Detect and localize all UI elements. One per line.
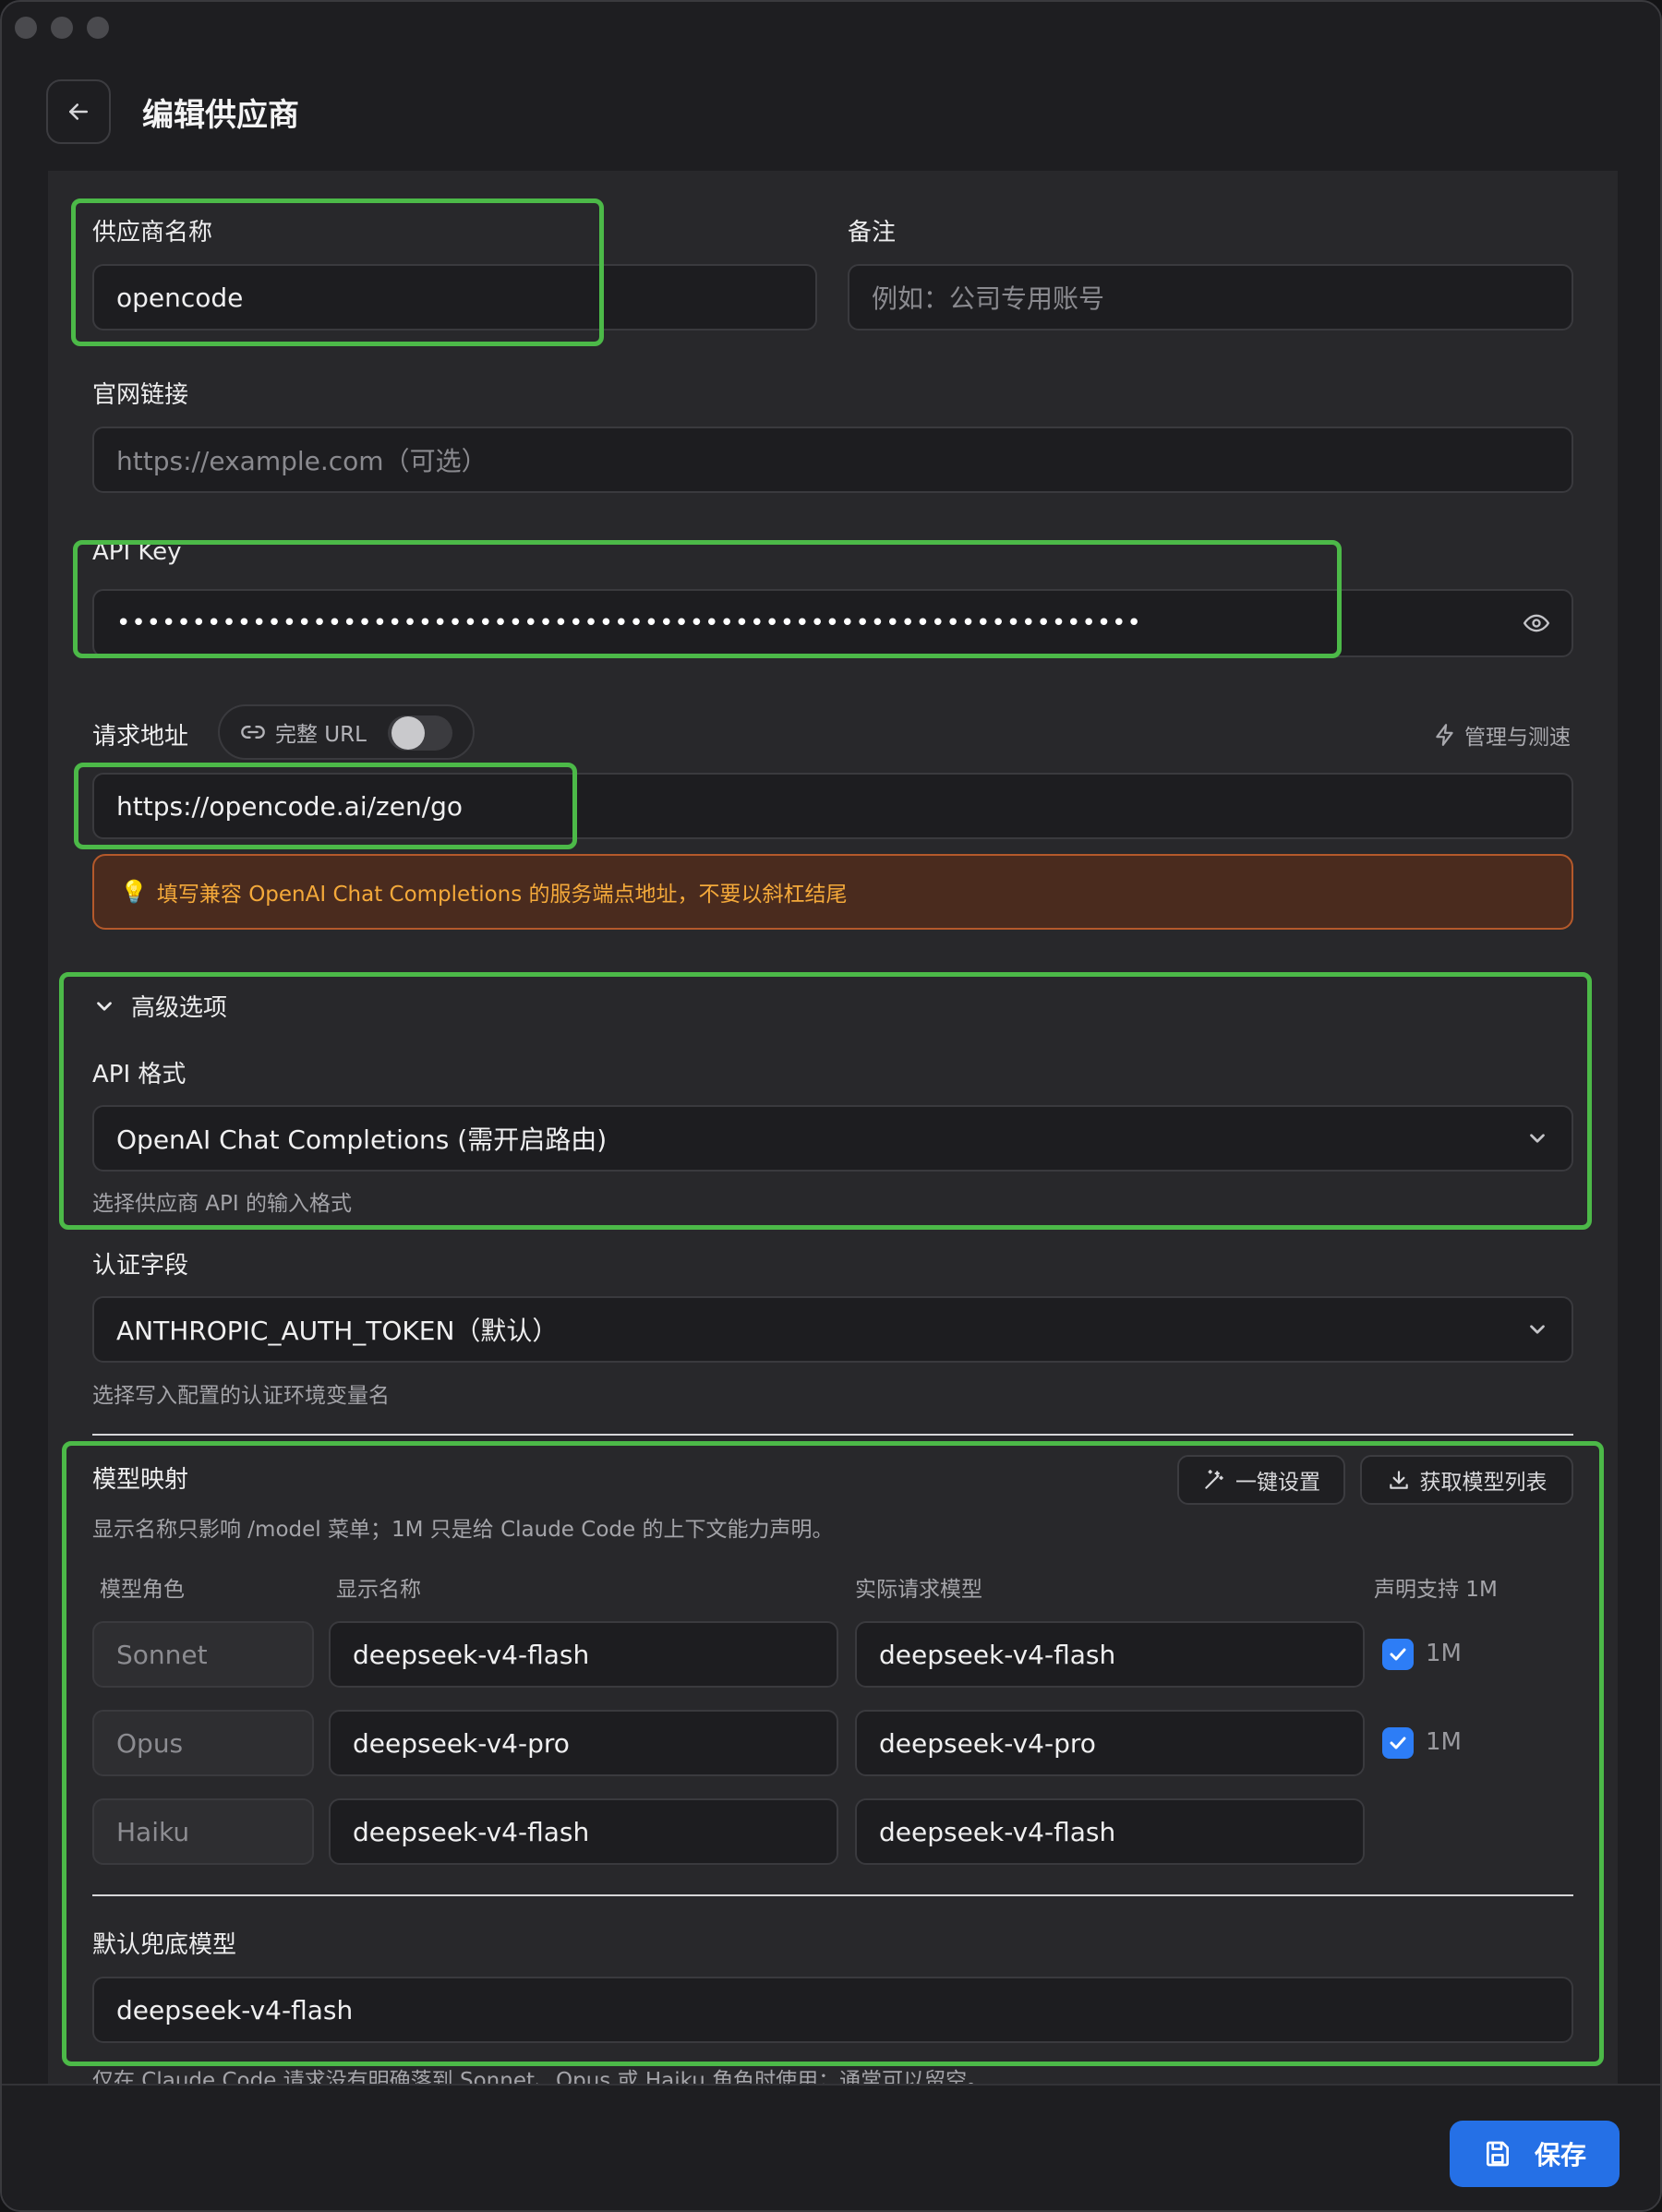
form-panel: 供应商名称 opencode 备注 例如：公司专用账号 官网链接 https:/… bbox=[48, 171, 1618, 2084]
arrow-left-icon bbox=[69, 103, 88, 120]
fallback-divider bbox=[92, 1894, 1573, 1896]
auth-field-select[interactable]: ANTHROPIC_AUTH_TOKEN（默认） bbox=[92, 1296, 1573, 1363]
manage-speedtest-link[interactable]: 管理与测速 bbox=[1433, 719, 1571, 751]
advanced-options-title: 高级选项 bbox=[131, 994, 228, 1022]
support-1m-checkbox-opus[interactable] bbox=[1382, 1727, 1414, 1759]
support-1m-label-sonnet: 1M bbox=[1426, 1640, 1462, 1667]
api-format-value: OpenAI Chat Completions (需开启路由) bbox=[116, 1124, 608, 1155]
auth-field-value: ANTHROPIC_AUTH_TOKEN（默认） bbox=[116, 1316, 559, 1346]
chevron-down-icon bbox=[1530, 1325, 1545, 1334]
column-header-role: 模型角色 bbox=[100, 1578, 185, 1602]
actual-model-input-haiku[interactable]: deepseek-v4-flash bbox=[855, 1798, 1365, 1865]
chevron-down-icon bbox=[1530, 1134, 1545, 1143]
fallback-model-input[interactable]: deepseek-v4-flash bbox=[92, 1977, 1573, 2043]
lightning-icon bbox=[1436, 724, 1453, 746]
switch-knob bbox=[391, 716, 425, 750]
eye-icon[interactable] bbox=[1522, 610, 1551, 636]
support-1m-label-opus: 1M bbox=[1426, 1728, 1462, 1756]
display-name-input-opus[interactable]: deepseek-v4-pro bbox=[329, 1710, 838, 1776]
column-header-display-name: 显示名称 bbox=[336, 1578, 421, 1602]
api-format-label: API 格式 bbox=[92, 1061, 187, 1088]
auth-field-label: 认证字段 bbox=[92, 1252, 189, 1280]
api-key-input[interactable]: ••••••••••••••••••••••••••••••••••••••••… bbox=[92, 589, 1573, 657]
link-icon bbox=[241, 726, 265, 739]
full-url-switch[interactable] bbox=[388, 715, 452, 751]
column-header-actual-model: 实际请求模型 bbox=[855, 1578, 982, 1602]
maximize-window-button[interactable] bbox=[87, 17, 109, 39]
footer-bar bbox=[2, 2084, 1660, 2210]
app-window: 编辑供应商 供应商名称 opencode 备注 例如：公司专用账号 官网链接 h… bbox=[0, 0, 1662, 2212]
checkmark-icon bbox=[1390, 1648, 1406, 1661]
actual-model-input-opus[interactable]: deepseek-v4-pro bbox=[855, 1710, 1365, 1776]
display-name-input-sonnet[interactable]: deepseek-v4-flash bbox=[329, 1621, 838, 1688]
fetch-models-button[interactable]: 获取模型列表 bbox=[1360, 1455, 1573, 1505]
website-label: 官网链接 bbox=[92, 381, 189, 409]
auth-field-hint: 选择写入配置的认证环境变量名 bbox=[92, 1384, 390, 1408]
save-label: 保存 bbox=[1534, 2140, 1586, 2170]
endpoint-input[interactable]: https://opencode.ai/zen/go bbox=[92, 773, 1573, 839]
manage-speedtest-label: 管理与测速 bbox=[1464, 726, 1571, 750]
page-header: 编辑供应商 bbox=[46, 79, 299, 144]
checkmark-icon bbox=[1390, 1737, 1406, 1749]
download-icon bbox=[1389, 1471, 1408, 1489]
model-role-opus: Opus bbox=[92, 1710, 314, 1776]
window-controls bbox=[15, 17, 109, 39]
model-mapping-description: 显示名称只影响 /model 菜单；1M 只是给 Claude Code 的上下… bbox=[92, 1518, 834, 1542]
back-button[interactable] bbox=[46, 79, 111, 144]
fallback-model-label: 默认兜底模型 bbox=[92, 1931, 237, 1959]
endpoint-label: 请求地址 bbox=[92, 723, 189, 751]
minimize-window-button[interactable] bbox=[51, 17, 73, 39]
api-format-select[interactable]: OpenAI Chat Completions (需开启路由) bbox=[92, 1105, 1573, 1172]
model-role-sonnet: Sonnet bbox=[92, 1621, 314, 1688]
chevron-down-icon bbox=[97, 1001, 112, 1011]
notes-input[interactable]: 例如：公司专用账号 bbox=[848, 264, 1573, 331]
column-header-1m-support: 声明支持 1M bbox=[1374, 1578, 1498, 1602]
notes-label: 备注 bbox=[848, 219, 897, 246]
advanced-options-toggle[interactable]: 高级选项 bbox=[92, 989, 227, 1023]
display-name-input-haiku[interactable]: deepseek-v4-flash bbox=[329, 1798, 838, 1865]
one-click-setup-button[interactable]: 一键设置 bbox=[1177, 1455, 1345, 1505]
model-role-haiku: Haiku bbox=[92, 1798, 314, 1865]
provider-name-label: 供应商名称 bbox=[92, 219, 213, 246]
provider-name-input[interactable]: opencode bbox=[92, 264, 817, 331]
save-button[interactable]: 保存 bbox=[1450, 2121, 1620, 2187]
api-key-masked-value: ••••••••••••••••••••••••••••••••••••••••… bbox=[116, 609, 1142, 637]
actual-model-input-sonnet[interactable]: deepseek-v4-flash bbox=[855, 1621, 1365, 1688]
api-key-label: API Key bbox=[92, 538, 182, 566]
api-format-hint: 选择供应商 API 的输入格式 bbox=[92, 1192, 353, 1216]
fallback-model-hint: 仅在 Claude Code 请求没有明确落到 Sonnet、Opus 或 Ha… bbox=[92, 2069, 989, 2084]
model-mapping-title: 模型映射 bbox=[92, 1466, 189, 1494]
endpoint-tip: 💡 填写兼容 OpenAI Chat Completions 的服务端点地址，不… bbox=[92, 854, 1573, 930]
page-title: 编辑供应商 bbox=[142, 96, 299, 134]
lightbulb-icon: 💡 bbox=[120, 879, 148, 905]
full-url-label: 完整 URL bbox=[275, 723, 367, 747]
one-click-setup-label: 一键设置 bbox=[1235, 1471, 1320, 1495]
save-icon bbox=[1486, 2141, 1509, 2167]
magic-wand-icon bbox=[1205, 1470, 1223, 1489]
fetch-models-label: 获取模型列表 bbox=[1419, 1471, 1548, 1495]
section-divider bbox=[92, 1434, 1573, 1436]
full-url-toggle[interactable]: 完整 URL bbox=[218, 704, 475, 760]
website-input[interactable]: https://example.com（可选） bbox=[92, 427, 1573, 493]
endpoint-tip-text: 填写兼容 OpenAI Chat Completions 的服务端点地址，不要以… bbox=[156, 883, 848, 907]
support-1m-checkbox-sonnet[interactable] bbox=[1382, 1639, 1414, 1670]
close-window-button[interactable] bbox=[15, 17, 37, 39]
